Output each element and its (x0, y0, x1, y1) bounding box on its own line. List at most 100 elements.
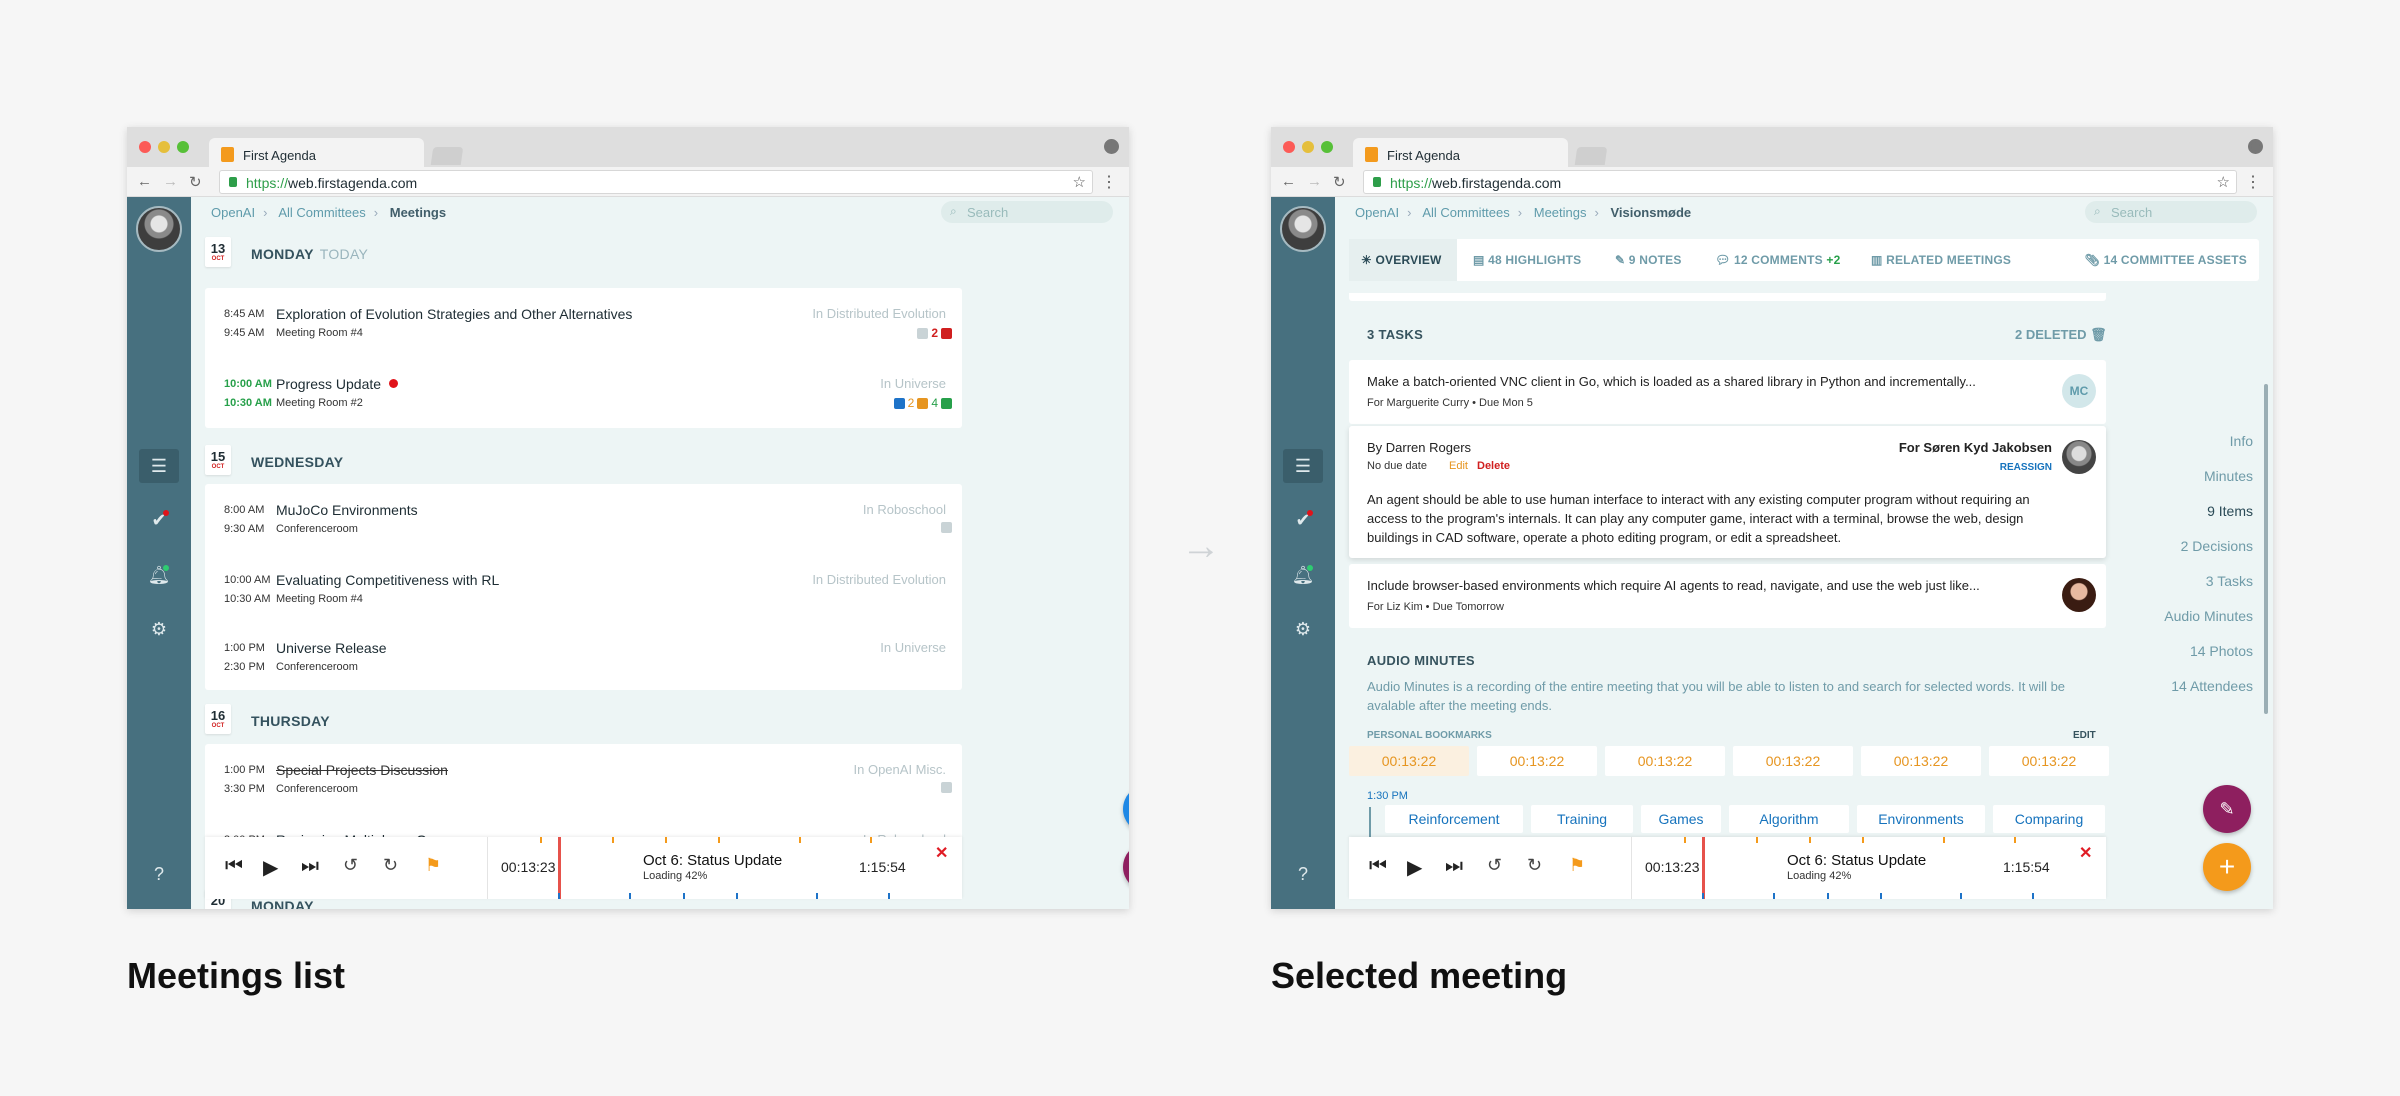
scrollbar[interactable] (2264, 384, 2268, 714)
bookmark-star-icon[interactable]: ☆ (1073, 173, 1086, 191)
tab-overview[interactable]: ☀ OVERVIEW (1349, 239, 1457, 281)
help-icon[interactable]: ? (139, 857, 179, 891)
browser-menu-icon[interactable]: ⋮ (1101, 172, 1117, 192)
maximize-window-button[interactable] (177, 141, 189, 153)
bookmark-chip[interactable]: 00:13:22 (1605, 746, 1725, 776)
tab-notes[interactable]: ✎ 9 NOTES (1615, 239, 1682, 281)
minimize-window-button[interactable] (1302, 141, 1314, 153)
notifications-bell-icon[interactable]: 🔔︎ (1283, 558, 1323, 592)
forward-15-icon[interactable]: ↻ (1527, 855, 1542, 876)
task-delete-link[interactable]: Delete (1477, 460, 1510, 472)
tasks-check-icon[interactable]: ✔ (139, 503, 179, 537)
rewind-15-icon[interactable]: ↺ (343, 855, 358, 876)
meeting-item[interactable]: 8:00 AM 9:30 AM MuJoCo Environments Conf… (205, 484, 962, 554)
keyword-chip[interactable]: Games (1641, 805, 1721, 833)
bookmark-chip[interactable]: 00:13:22 (1733, 746, 1853, 776)
keyword-chip[interactable]: Training (1531, 805, 1633, 833)
user-avatar[interactable] (1280, 206, 1326, 252)
task-edit-link[interactable]: Edit (1449, 460, 1468, 472)
breadcrumb-openai[interactable]: OpenAI (211, 205, 255, 220)
new-tab-button[interactable] (1574, 147, 1608, 165)
breadcrumb-all-committees[interactable]: All Committees (278, 205, 365, 220)
browser-tab[interactable]: First Agenda (209, 138, 424, 167)
forward-15-icon[interactable]: ↻ (383, 855, 398, 876)
side-nav-minutes[interactable]: Minutes (2204, 468, 2253, 484)
address-bar[interactable]: https://web.firstagenda.com ☆ (219, 170, 1093, 194)
reassign-link[interactable]: REASSIGN (2000, 462, 2052, 473)
browser-tab[interactable]: First Agenda (1353, 138, 1568, 167)
keyword-chip[interactable]: Comparing (1993, 805, 2105, 833)
breadcrumb-meetings[interactable]: Meetings (1534, 205, 1587, 220)
tab-committee-assets[interactable]: 📎︎ 14 COMMITTEE ASSETS (2085, 239, 2247, 281)
skip-back-icon[interactable]: ⏮ (1369, 855, 1387, 878)
back-icon[interactable]: ← (1281, 173, 1296, 190)
task-item-expanded[interactable]: By Darren Rogers No due date Edit Delete… (1349, 426, 2106, 558)
forward-icon[interactable]: → (163, 173, 178, 190)
profile-icon[interactable] (2248, 139, 2263, 154)
tab-highlights[interactable]: ▤ 48 HIGHLIGHTS (1473, 239, 1581, 281)
keyword-chip[interactable]: Environments (1857, 805, 1985, 833)
refresh-fab[interactable]: ⟳ (1123, 785, 1129, 833)
assignee-avatar[interactable] (2062, 440, 2096, 474)
keyword-chip[interactable]: Reinforcement (1385, 805, 1523, 833)
reload-icon[interactable]: ↻ (1333, 173, 1346, 191)
search-input[interactable]: ⌕ Search (941, 201, 1113, 223)
settings-gear-icon[interactable]: ⚙ (1283, 612, 1323, 646)
side-nav-photos[interactable]: 14 Photos (2190, 643, 2253, 659)
edit-fab[interactable]: ✎ (2203, 785, 2251, 833)
side-nav-decisions[interactable]: 2 Decisions (2181, 538, 2253, 554)
bookmark-chip[interactable]: 00:13:22 (1989, 746, 2109, 776)
back-icon[interactable]: ← (137, 173, 152, 190)
notifications-bell-icon[interactable]: 🔔︎ (139, 558, 179, 592)
user-avatar[interactable] (136, 206, 182, 252)
settings-gear-icon[interactable]: ⚙ (139, 612, 179, 646)
close-window-button[interactable] (139, 141, 151, 153)
tab-comments[interactable]: 💬︎ 12 COMMENTS +2 (1715, 239, 1841, 281)
skip-forward-icon[interactable]: ⏭ (1445, 855, 1463, 878)
side-nav-tasks[interactable]: 3 Tasks (2206, 573, 2253, 589)
maximize-window-button[interactable] (1321, 141, 1333, 153)
search-input[interactable]: ⌕ Search (2085, 201, 2257, 223)
bookmark-chip[interactable]: 00:13:22 (1477, 746, 1597, 776)
meeting-item[interactable]: 8:45 AM 9:45 AM Exploration of Evolution… (205, 288, 962, 358)
task-item[interactable]: Make a batch-oriented VNC client in Go, … (1349, 360, 2106, 424)
assignee-avatar[interactable] (2062, 578, 2096, 612)
meetings-list-icon[interactable]: ☰ (139, 449, 179, 483)
tab-related-meetings[interactable]: ▥ RELATED MEETINGS (1871, 239, 2011, 281)
meeting-item[interactable]: 10:00 AM 10:30 AM Evaluating Competitive… (205, 554, 962, 624)
deleted-tasks-link[interactable]: 2 DELETED 🗑︎ (2015, 327, 2107, 343)
rewind-15-icon[interactable]: ↺ (1487, 855, 1502, 876)
close-window-button[interactable] (1283, 141, 1295, 153)
tasks-check-icon[interactable]: ✔ (1283, 503, 1323, 537)
bookmark-icon[interactable]: ⚑ (425, 855, 441, 876)
task-item[interactable]: Include browser-based environments which… (1349, 564, 2106, 628)
close-player-icon[interactable]: ✕ (2079, 843, 2092, 863)
breadcrumb-openai[interactable]: OpenAI (1355, 205, 1399, 220)
bookmark-chip[interactable]: 00:13:22 (1861, 746, 1981, 776)
help-icon[interactable]: ? (1283, 857, 1323, 891)
reload-icon[interactable]: ↻ (189, 173, 202, 191)
meeting-item[interactable]: 1:00 PM 3:30 PM Special Projects Discuss… (205, 744, 962, 814)
bookmarks-edit-link[interactable]: EDIT (2073, 730, 2096, 741)
browser-menu-icon[interactable]: ⋮ (2245, 172, 2261, 192)
skip-back-icon[interactable]: ⏮ (225, 855, 243, 878)
meeting-item[interactable]: 1:00 PM 2:30 PM Universe Release Confere… (205, 622, 962, 692)
meeting-item[interactable]: 10:00 AM 10:30 AM Progress Update Meetin… (205, 358, 962, 428)
profile-icon[interactable] (1104, 139, 1119, 154)
assignee-avatar[interactable]: MC (2062, 374, 2096, 408)
minimize-window-button[interactable] (158, 141, 170, 153)
side-nav-info[interactable]: Info (2230, 433, 2253, 449)
bookmark-star-icon[interactable]: ☆ (2217, 173, 2230, 191)
address-bar[interactable]: https://web.firstagenda.com ☆ (1363, 170, 2237, 194)
forward-icon[interactable]: → (1307, 173, 1322, 190)
keyword-chip[interactable]: Algorithm (1729, 805, 1849, 833)
add-fab[interactable]: + (2203, 843, 2251, 891)
play-icon[interactable]: ▶ (1407, 855, 1422, 880)
side-nav-items[interactable]: 9 Items (2207, 503, 2253, 519)
bookmark-chip[interactable]: 00:13:22 (1349, 746, 1469, 776)
side-nav-attendees[interactable]: 14 Attendees (2171, 678, 2253, 694)
close-player-icon[interactable]: ✕ (935, 843, 948, 863)
meetings-list-icon[interactable]: ☰ (1283, 449, 1323, 483)
new-tab-button[interactable] (430, 147, 464, 165)
bookmark-icon[interactable]: ⚑ (1569, 855, 1585, 876)
